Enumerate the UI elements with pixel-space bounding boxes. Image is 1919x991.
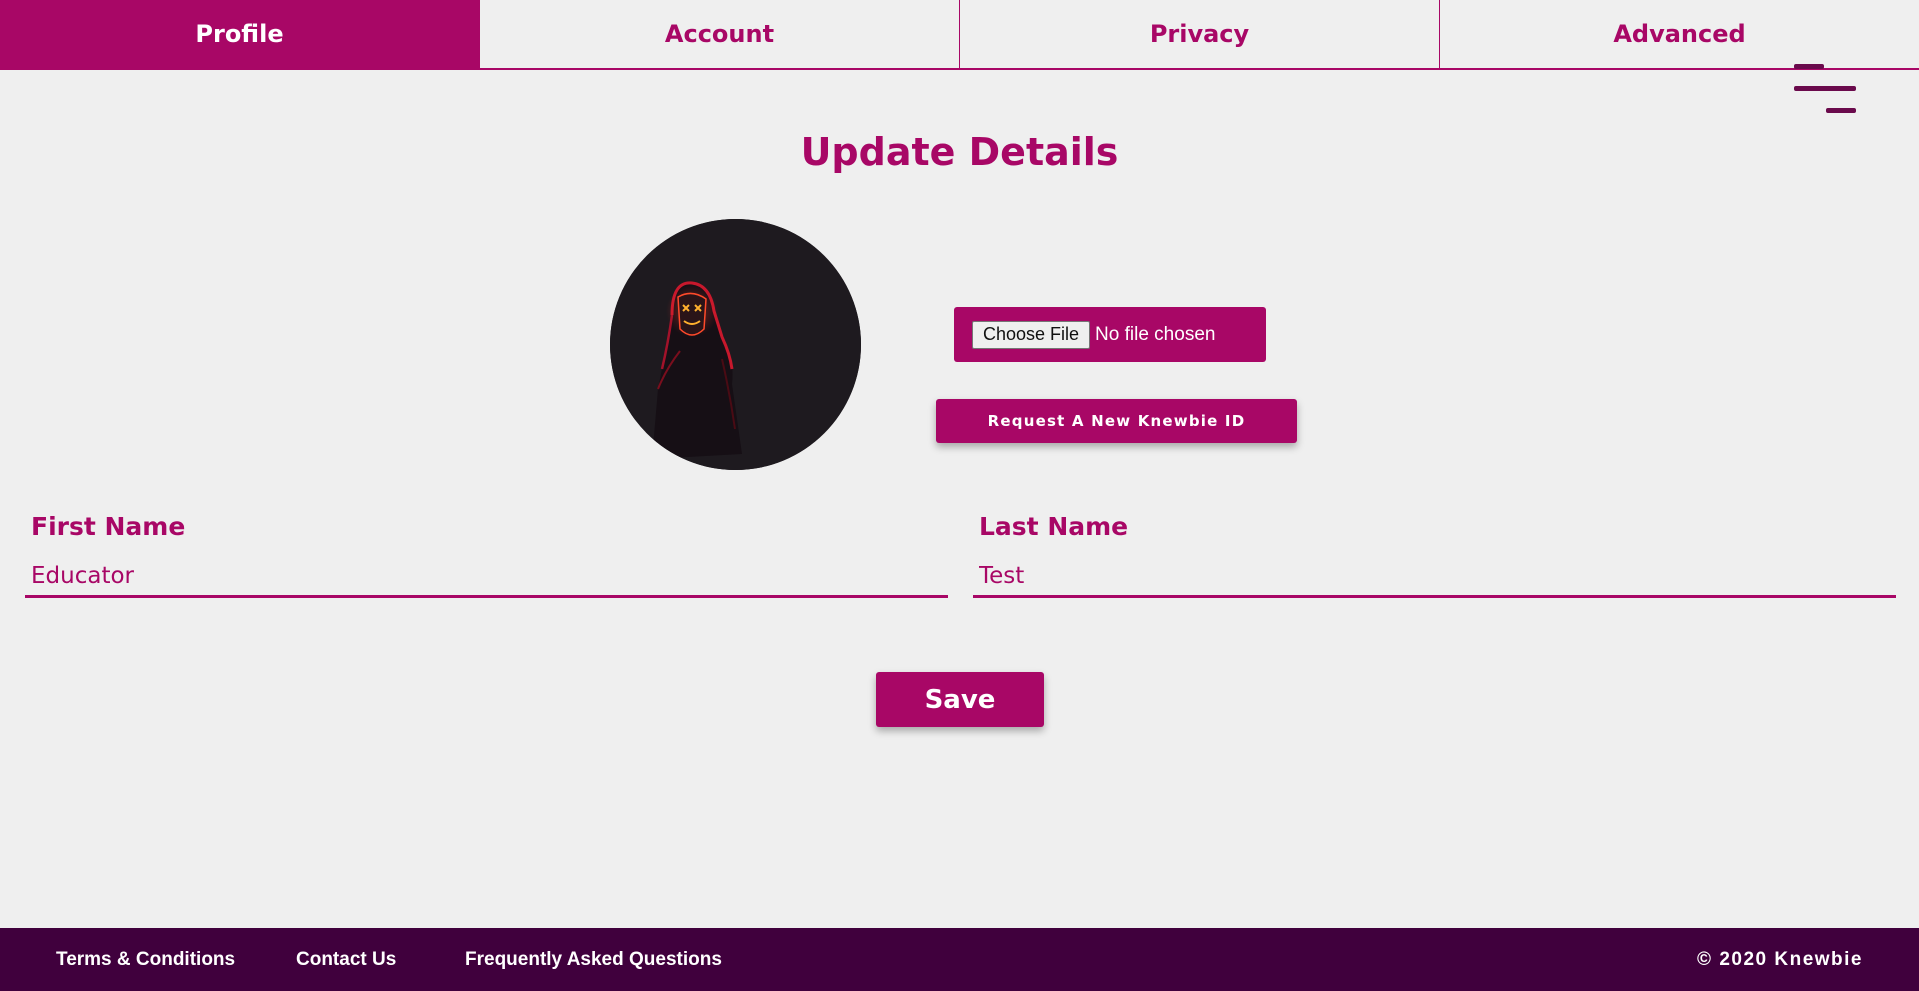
footer: Terms & Conditions Contact Us Frequently… <box>0 928 1919 991</box>
hamburger-menu-icon[interactable] <box>1792 62 1860 116</box>
last-name-input[interactable] <box>973 556 1896 598</box>
profile-avatar <box>610 219 861 470</box>
tab-bar: Profile Account Privacy Advanced <box>0 0 1919 70</box>
footer-link-faq[interactable]: Frequently Asked Questions <box>465 928 722 991</box>
page-title: Update Details <box>800 130 1119 174</box>
tab-profile[interactable]: Profile <box>0 0 479 68</box>
last-name-label: Last Name <box>979 512 1129 541</box>
request-new-id-button[interactable]: Request A New Knewbie ID <box>936 399 1297 443</box>
choose-file-button[interactable]: Choose File <box>972 320 1091 349</box>
save-button[interactable]: Save <box>876 672 1044 727</box>
first-name-input[interactable] <box>25 556 948 598</box>
footer-link-terms[interactable]: Terms & Conditions <box>56 928 235 991</box>
first-name-label: First Name <box>31 512 186 541</box>
footer-link-contact[interactable]: Contact Us <box>296 928 396 991</box>
file-status-text: No file chosen <box>1095 323 1216 345</box>
copyright-text: © 2020 Knewbie <box>1697 948 1863 970</box>
profile-image-upload[interactable]: Choose File No file chosen <box>954 307 1266 362</box>
tab-advanced[interactable]: Advanced <box>1439 0 1919 68</box>
tab-privacy[interactable]: Privacy <box>959 0 1439 68</box>
hooded-figure-icon <box>610 219 861 470</box>
tab-account[interactable]: Account <box>479 0 959 68</box>
